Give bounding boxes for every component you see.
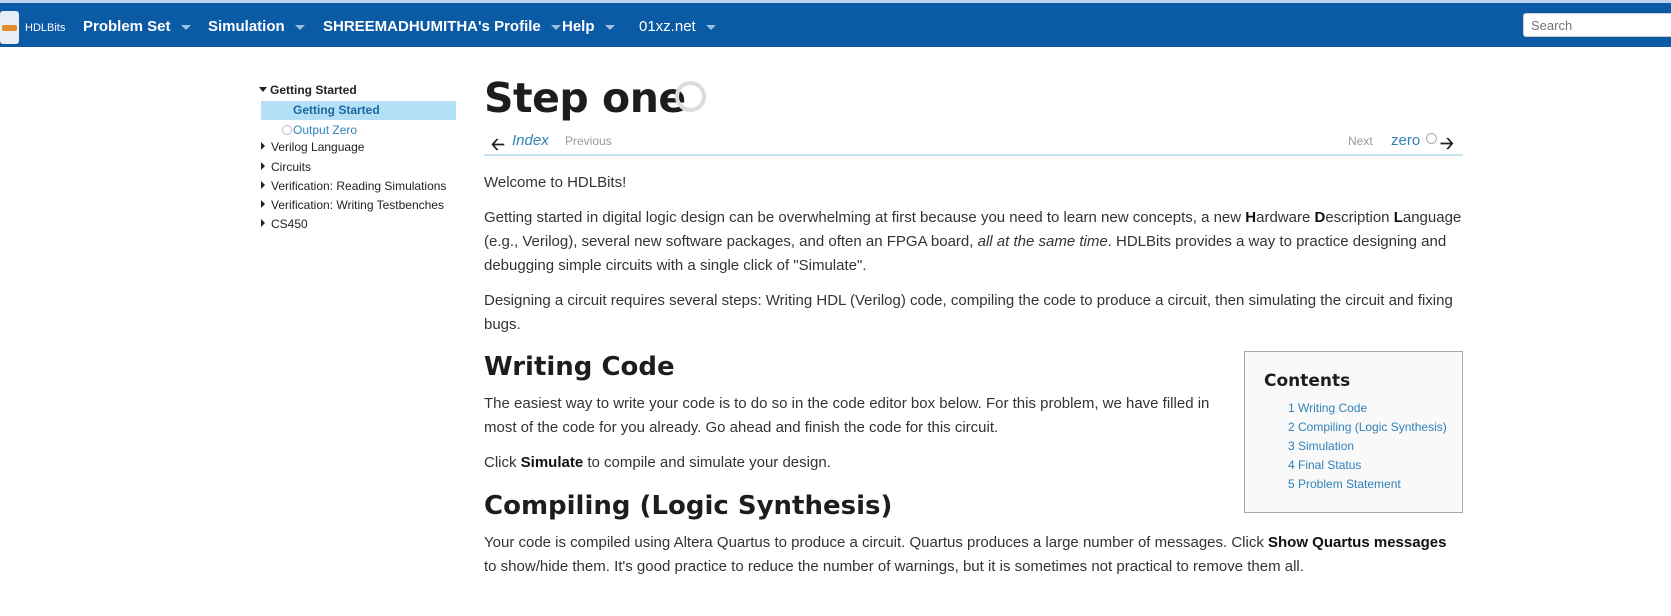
compiling-bold: Show Quartus messages: [1268, 534, 1447, 551]
tree-section-label: Getting Started: [270, 83, 357, 97]
intro-bold-d: D: [1314, 209, 1326, 226]
steps-paragraph: Designing a circuit requires several ste…: [484, 292, 1453, 333]
navigation-divider: [484, 154, 1463, 156]
toc-link-writing-code[interactable]: 1 Writing Code: [1288, 401, 1367, 415]
tree-section-verilog-language[interactable]: Verilog Language: [259, 140, 364, 154]
next-status-circle-icon: [1426, 133, 1437, 144]
contents-title: Contents: [1264, 371, 1351, 391]
toc-link-compiling[interactable]: 2 Compiling (Logic Synthesis): [1288, 420, 1447, 434]
table-of-contents-box: Contents 1 Writing Code 2 Compiling (Log…: [1244, 351, 1463, 513]
nav-simulation[interactable]: Simulation: [208, 18, 305, 35]
tree-section-circuits[interactable]: Circuits: [259, 160, 311, 174]
tree-section-cs450[interactable]: CS450: [259, 217, 308, 231]
collapsed-triangle-icon: [261, 162, 265, 170]
toc-link-final-status[interactable]: 4 Final Status: [1288, 458, 1361, 472]
simulate-text-part: Click: [484, 454, 521, 471]
tree-section-getting-started[interactable]: Getting Started: [259, 83, 357, 97]
compiling-heading: Compiling (Logic Synthesis): [484, 491, 893, 521]
page-title: Step one: [484, 74, 686, 122]
previous-label: Previous: [565, 134, 612, 148]
tree-item-label: Output Zero: [293, 123, 358, 137]
nav-help-label: Help: [562, 18, 595, 35]
tree-section-label: Verilog Language: [271, 140, 365, 154]
intro-text-part: ardware: [1256, 209, 1315, 226]
simulate-bold: Simulate: [520, 454, 584, 471]
tree-section-label: Verification: Reading Simulations: [271, 179, 447, 193]
nav-01xz-label: 01xz.net: [639, 18, 696, 35]
intro-bold-l: L: [1393, 209, 1403, 226]
search-input[interactable]: [1523, 13, 1671, 37]
tree-section-reading-simulations[interactable]: Verification: Reading Simulations: [259, 179, 446, 193]
caret-down-icon: [550, 24, 561, 30]
compiling-text-part: to show/hide them. It's good practice to…: [484, 558, 1304, 575]
next-label: Next: [1348, 134, 1373, 148]
compiling-text-part: Your code is compiled using Altera Quart…: [484, 534, 1269, 551]
index-link[interactable]: Index: [512, 132, 549, 149]
nav-problem-set-label: Problem Set: [83, 18, 171, 35]
expanded-triangle-icon: [259, 87, 267, 92]
writing-code-heading: Writing Code: [484, 352, 675, 382]
toc-link-simulation[interactable]: 3 Simulation: [1288, 439, 1354, 453]
collapsed-triangle-icon: [261, 200, 265, 208]
tree-section-label: CS450: [271, 217, 308, 231]
nav-01xz[interactable]: 01xz.net: [639, 18, 716, 35]
nav-profile[interactable]: SHREEMADHUMITHA's Profile: [323, 18, 561, 35]
nav-simulation-label: Simulation: [208, 18, 285, 35]
intro-bold-h: H: [1245, 209, 1257, 226]
compiling-paragraph: Your code is compiled using Altera Quart…: [484, 531, 1463, 579]
collapsed-triangle-icon: [261, 219, 265, 227]
next-problem-link[interactable]: zero: [1391, 132, 1420, 149]
simulate-instruction: Click Simulate to compile and simulate y…: [484, 451, 1236, 475]
nav-problem-set[interactable]: Problem Set: [83, 18, 191, 35]
welcome-text: Welcome to HDLBits!: [484, 174, 627, 191]
toc-link-problem-statement[interactable]: 5 Problem Statement: [1288, 477, 1401, 491]
intro-paragraph: Getting started in digital logic design …: [484, 206, 1463, 278]
tree-section-label: Circuits: [271, 160, 312, 174]
intro-text-part: escription: [1325, 209, 1394, 226]
nav-help[interactable]: Help: [562, 18, 615, 35]
intro-text-part: Getting started in digital logic design …: [484, 209, 1246, 226]
caret-down-icon: [180, 24, 191, 30]
site-name[interactable]: HDLBits: [25, 22, 65, 34]
top-nav-bar: HDLBits Problem Set Simulation SHREEMADH…: [0, 0, 1671, 47]
caret-down-icon: [604, 24, 615, 30]
arrow-left-icon[interactable]: 🡠: [491, 132, 505, 161]
caret-down-icon: [705, 24, 716, 30]
collapsed-triangle-icon: [261, 142, 265, 150]
status-circle-icon: [282, 125, 292, 135]
tree-item-output-zero[interactable]: Output Zero: [282, 123, 357, 137]
completion-status-circle-icon: [675, 81, 706, 112]
simulate-text-part: to compile and simulate your design.: [583, 454, 831, 471]
tree-section-writing-testbenches[interactable]: Verification: Writing Testbenches: [259, 198, 444, 212]
writing-code-paragraph: The easiest way to write your code is to…: [484, 395, 1210, 436]
caret-down-icon: [294, 24, 305, 30]
hdlbits-logo-icon[interactable]: [0, 11, 19, 44]
nav-profile-label: SHREEMADHUMITHA's Profile: [323, 18, 541, 35]
tree-section-label: Verification: Writing Testbenches: [271, 198, 444, 212]
intro-emphasis: all at the same time: [977, 233, 1108, 250]
tree-item-getting-started-active[interactable]: Getting Started: [261, 101, 456, 120]
collapsed-triangle-icon: [261, 181, 265, 189]
